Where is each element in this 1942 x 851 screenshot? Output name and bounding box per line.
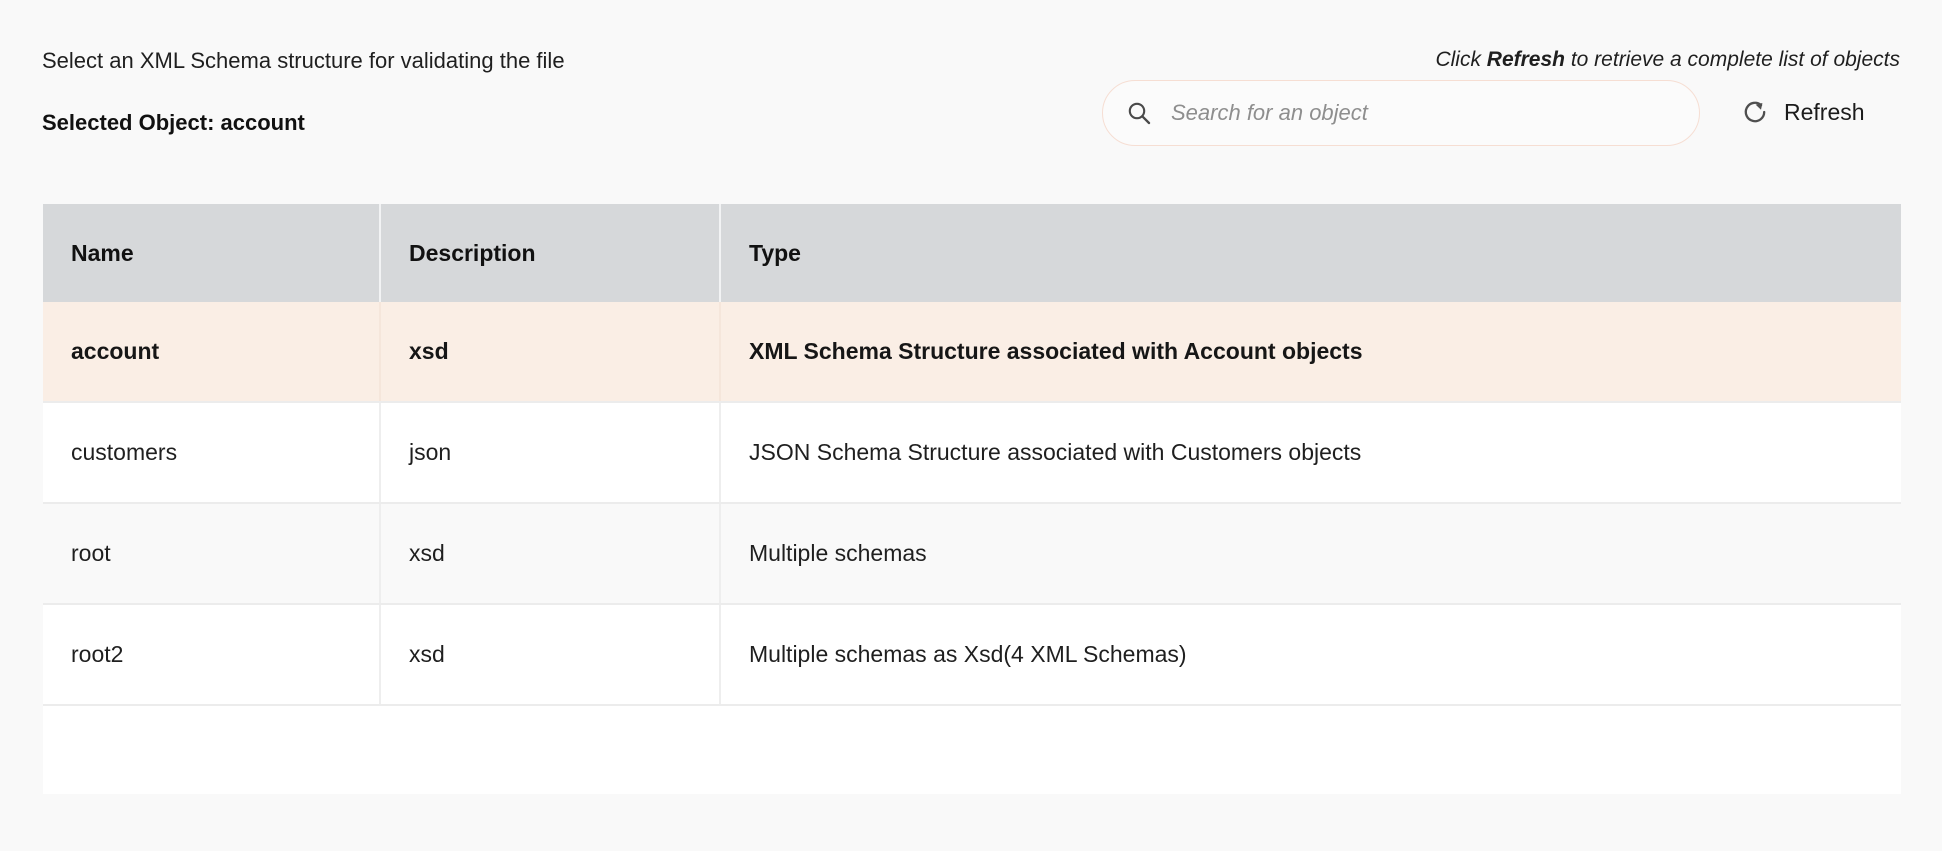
table-row[interactable]: root2 xsd Multiple schemas as Xsd(4 XML … [43,605,1901,706]
cell-description: json [381,403,721,502]
schema-selector-page: Select an XML Schema structure for valid… [0,0,1942,851]
cell-description: xsd [381,605,721,704]
refresh-button[interactable]: Refresh [1740,88,1865,136]
cell-type: XML Schema Structure associated with Acc… [721,302,1901,401]
refresh-hint-prefix: Click [1435,48,1486,71]
table-row[interactable]: root xsd Multiple schemas [43,504,1901,605]
column-header-description[interactable]: Description [381,204,721,302]
cell-name: account [43,302,381,401]
top-bar: Select an XML Schema structure for valid… [0,0,1942,160]
refresh-hint-suffix: to retrieve a complete list of objects [1565,48,1900,71]
refresh-hint: Click Refresh to retrieve a complete lis… [1435,47,1900,73]
selected-object-label: Selected Object: [42,110,221,135]
cell-empty [381,706,721,794]
column-header-type[interactable]: Type [721,204,1901,302]
cell-type: Multiple schemas as Xsd(4 XML Schemas) [721,605,1901,704]
cell-name: root [43,504,381,603]
search-icon [1125,99,1153,127]
refresh-hint-bold: Refresh [1487,48,1565,71]
objects-table: Name Description Type account xsd XML Sc… [43,204,1901,794]
cell-description: xsd [381,504,721,603]
instruction-text: Select an XML Schema structure for valid… [42,48,565,74]
selected-object-value: account [221,110,305,135]
cell-name: root2 [43,605,381,704]
selected-object: Selected Object: account [42,110,305,136]
refresh-icon [1740,97,1770,127]
cell-description: xsd [381,302,721,401]
table-header-row: Name Description Type [43,204,1901,302]
table-empty-row [43,706,1901,794]
table-row[interactable]: customers json JSON Schema Structure ass… [43,403,1901,504]
table-row[interactable]: account xsd XML Schema Structure associa… [43,302,1901,403]
cell-type: Multiple schemas [721,504,1901,603]
search-box[interactable] [1102,80,1700,146]
search-input[interactable] [1171,81,1677,145]
column-header-name[interactable]: Name [43,204,381,302]
cell-empty [721,706,1901,794]
cell-type: JSON Schema Structure associated with Cu… [721,403,1901,502]
refresh-label: Refresh [1784,99,1865,126]
cell-name: customers [43,403,381,502]
cell-empty [43,706,381,794]
